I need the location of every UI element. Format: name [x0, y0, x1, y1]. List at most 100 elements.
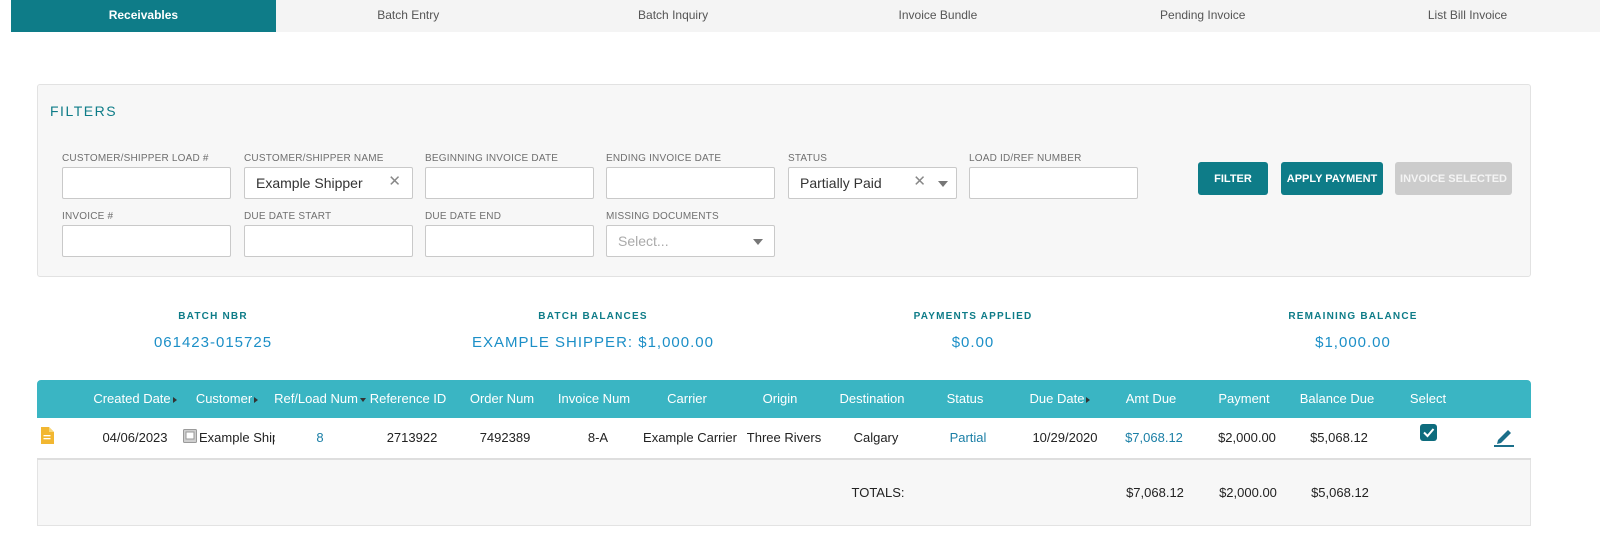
- header-select: Select: [1409, 391, 1447, 406]
- remaining-balance-value: $1,000.00: [1315, 334, 1391, 351]
- header-order-num[interactable]: Order Num: [462, 380, 542, 418]
- apply-payment-button[interactable]: APPLY PAYMENT: [1281, 162, 1383, 195]
- header-created-date[interactable]: Created Date: [87, 380, 183, 418]
- remaining-balance-summary: REMAINING BALANCE $1,000.00: [1203, 311, 1503, 351]
- invoice-num-label: INVOICE #: [62, 211, 114, 222]
- customer-load-input[interactable]: [63, 168, 230, 198]
- load-ref-input[interactable]: [970, 168, 1137, 198]
- customer-load-field: CUSTOMER/SHIPPER LOAD #: [62, 153, 231, 199]
- document-icon[interactable]: [40, 427, 54, 444]
- table-header: Created Date Customer Ref/Load Num Refer…: [37, 380, 1531, 418]
- due-end-input[interactable]: [426, 226, 593, 256]
- status-select[interactable]: Partially Paid ✕: [788, 167, 957, 199]
- cell-customer: Example Shipper: [183, 418, 275, 458]
- header-ref-load-num[interactable]: Ref/Load Num: [273, 380, 367, 418]
- payments-applied-value: $0.00: [951, 334, 995, 351]
- tab-bar: Receivables Batch Entry Batch Inquiry In…: [11, 0, 1600, 32]
- header-origin[interactable]: Origin: [737, 380, 823, 418]
- cell-carrier: Example Carrier: [643, 430, 737, 445]
- totals-label: TOTALS:: [851, 485, 905, 500]
- tab-receivables[interactable]: Receivables: [11, 0, 276, 32]
- batch-balances-value: EXAMPLE SHIPPER: $1,000.00: [472, 334, 714, 351]
- batch-nbr-summary: BATCH NBR 061423-015725: [63, 311, 363, 351]
- status-field: STATUS Partially Paid ✕: [788, 153, 957, 199]
- tab-batch-inquiry[interactable]: Batch Inquiry: [541, 0, 806, 32]
- cell-destination: Calgary: [853, 430, 899, 445]
- payments-applied-summary: PAYMENTS APPLIED $0.00: [823, 311, 1123, 351]
- filter-button[interactable]: FILTER: [1198, 162, 1268, 195]
- cell-amt-due-link[interactable]: $7,068.12: [1115, 418, 1193, 458]
- status-label: STATUS: [788, 153, 828, 164]
- begin-date-field: BEGINNING INVOICE DATE: [425, 153, 594, 199]
- batch-balances-label: BATCH BALANCES: [538, 311, 648, 322]
- batch-balances-summary: BATCH BALANCES EXAMPLE SHIPPER: $1,000.0…: [443, 311, 743, 351]
- end-date-label: ENDING INVOICE DATE: [606, 153, 722, 164]
- cell-ref-load-link[interactable]: 8: [277, 418, 363, 458]
- missing-docs-field: MISSING DOCUMENTS Select...: [606, 211, 775, 257]
- customer-name-field: CUSTOMER/SHIPPER NAME ✕: [244, 153, 413, 199]
- cell-invoice-num: 8-A: [587, 430, 609, 445]
- header-reference-id[interactable]: Reference ID: [367, 380, 449, 418]
- due-start-field: DUE DATE START: [244, 211, 413, 257]
- batch-nbr-value: 061423-015725: [153, 334, 273, 351]
- tab-list-bill-invoice[interactable]: List Bill Invoice: [1335, 0, 1600, 32]
- cell-origin: Three Rivers: [746, 430, 822, 445]
- filters-title: FILTERS: [50, 103, 118, 119]
- header-customer[interactable]: Customer: [190, 380, 264, 418]
- cell-balance-due: $5,068.12: [1310, 430, 1368, 445]
- due-end-field: DUE DATE END: [425, 211, 594, 257]
- header-destination[interactable]: Destination: [827, 380, 917, 418]
- missing-docs-label: MISSING DOCUMENTS: [606, 211, 719, 222]
- header-due-date[interactable]: Due Date: [1020, 380, 1100, 418]
- invoice-table: Created Date Customer Ref/Load Num Refer…: [37, 380, 1531, 526]
- begin-date-label: BEGINNING INVOICE DATE: [425, 153, 559, 164]
- wallet-icon[interactable]: [183, 429, 197, 443]
- clear-status-icon[interactable]: ✕: [913, 174, 926, 190]
- customer-name-label: CUSTOMER/SHIPPER NAME: [244, 153, 384, 164]
- cell-order-num: 7492389: [479, 430, 531, 445]
- tab-pending-invoice[interactable]: Pending Invoice: [1070, 0, 1335, 32]
- due-start-input[interactable]: [245, 226, 412, 256]
- missing-docs-placeholder: Select...: [618, 233, 669, 249]
- totals-amt-due: $7,068.12: [1126, 485, 1184, 500]
- filters-panel: FILTERS CUSTOMER/SHIPPER LOAD # CUSTOMER…: [37, 84, 1531, 277]
- tab-batch-entry[interactable]: Batch Entry: [276, 0, 541, 32]
- header-payment[interactable]: Payment: [1205, 380, 1283, 418]
- remaining-balance-label: REMAINING BALANCE: [1288, 311, 1418, 322]
- cell-reference-id: 2713922: [386, 430, 438, 445]
- payments-applied-label: PAYMENTS APPLIED: [913, 311, 1033, 322]
- edit-pencil-icon[interactable]: [1492, 425, 1516, 447]
- invoice-num-input[interactable]: [63, 226, 230, 256]
- begin-date-input[interactable]: [426, 168, 593, 198]
- header-balance-due[interactable]: Balance Due: [1292, 380, 1382, 418]
- invoice-num-field: INVOICE #: [62, 211, 231, 257]
- table-totals-row: TOTALS: $7,068.12 $2,000.00 $5,068.12: [37, 460, 1531, 526]
- table-row: 04/06/2023 Example Shipper 8 2713922 749…: [37, 418, 1531, 460]
- tab-invoice-bundle[interactable]: Invoice Bundle: [805, 0, 1070, 32]
- cell-status-link[interactable]: Partial: [930, 418, 1006, 458]
- chevron-down-icon[interactable]: [938, 181, 948, 187]
- select-checkbox[interactable]: [1420, 424, 1437, 441]
- cell-created-date: 04/06/2023: [102, 430, 168, 445]
- cell-payment: $2,000.00: [1218, 430, 1276, 445]
- header-amt-due[interactable]: Amt Due: [1113, 380, 1189, 418]
- invoice-selected-button[interactable]: INVOICE SELECTED: [1395, 162, 1512, 195]
- customer-name-input[interactable]: [245, 168, 412, 198]
- header-status[interactable]: Status: [927, 380, 1003, 418]
- load-ref-field: LOAD ID/REF NUMBER: [969, 153, 1138, 199]
- header-invoice-num[interactable]: Invoice Num: [552, 380, 636, 418]
- due-end-label: DUE DATE END: [425, 211, 502, 222]
- load-ref-label: LOAD ID/REF NUMBER: [969, 153, 1082, 164]
- clear-customer-icon[interactable]: ✕: [388, 174, 401, 190]
- missing-docs-select[interactable]: Select...: [606, 225, 775, 257]
- end-date-field: ENDING INVOICE DATE: [606, 153, 775, 199]
- header-carrier[interactable]: Carrier: [642, 380, 732, 418]
- cell-due-date: 10/29/2020: [1032, 430, 1098, 445]
- totals-balance-due: $5,068.12: [1311, 485, 1369, 500]
- chevron-down-icon[interactable]: [753, 239, 763, 245]
- due-start-label: DUE DATE START: [244, 211, 332, 222]
- customer-load-label: CUSTOMER/SHIPPER LOAD #: [62, 153, 209, 164]
- totals-payment: $2,000.00: [1219, 485, 1277, 500]
- batch-nbr-label: BATCH NBR: [178, 311, 248, 322]
- end-date-input[interactable]: [607, 168, 774, 198]
